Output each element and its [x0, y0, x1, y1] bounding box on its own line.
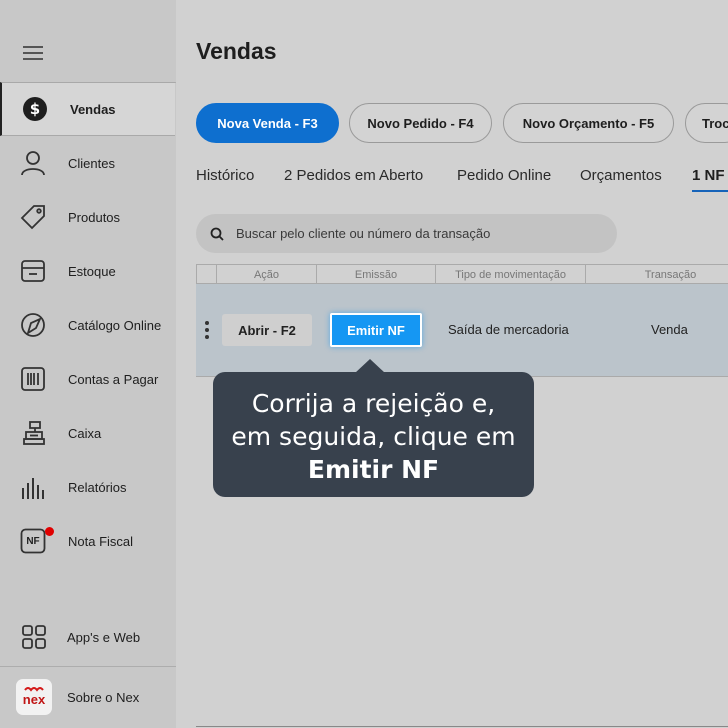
sidebar: $ Vendas Clientes Produtos Estoque Catál… [0, 0, 176, 728]
sidebar-item-label: Vendas [70, 101, 116, 117]
sidebar-item-label: Sobre o Nex [67, 689, 140, 705]
hamburger-icon[interactable] [23, 46, 43, 60]
barcode-icon [20, 366, 46, 392]
sidebar-item-nota-fiscal[interactable]: NF Nota Fiscal [0, 514, 175, 568]
search-placeholder: Buscar pelo cliente ou número da transaç… [236, 226, 491, 241]
sidebar-item-apps-e-web[interactable]: App's e Web [0, 610, 175, 664]
novo-pedido-button[interactable]: Novo Pedido - F4 [349, 103, 492, 143]
sidebar-item-caixa[interactable]: Caixa [0, 406, 175, 460]
sidebar-item-contas-a-pagar[interactable]: Contas a Pagar [0, 352, 175, 406]
nex-logo-text: nex [22, 692, 46, 707]
table-row[interactable]: Abrir - F2 Emitir NF Saída de mercadoria… [196, 284, 728, 377]
nova-venda-button[interactable]: Nova Venda - F3 [196, 103, 339, 143]
sidebar-item-vendas[interactable]: $ Vendas [0, 82, 175, 136]
box-icon [20, 258, 46, 284]
sidebar-item-label: Nota Fiscal [68, 533, 134, 549]
nf-icon: NF [20, 528, 46, 554]
bottom-divider [196, 726, 728, 727]
tooltip-line-1: Corrija a rejeição e, [251, 389, 496, 418]
sidebar-item-catalogo-online[interactable]: Catálogo Online [0, 298, 175, 352]
abrir-button[interactable]: Abrir - F2 [222, 314, 312, 346]
header-tipo-movimentacao: Tipo de movimentação [435, 265, 585, 284]
sidebar-item-label: Relatórios [68, 479, 127, 495]
table-header: Ação Emissão Tipo de movimentação Transa… [196, 264, 728, 284]
sidebar-item-label: Clientes [68, 155, 115, 171]
tab-pedido-online[interactable]: Pedido Online [457, 167, 551, 184]
troca-button[interactable]: Troc [685, 103, 728, 143]
tooltip-arrow [355, 359, 385, 373]
movement-type-cell: Saída de mercadoria [448, 322, 569, 337]
sidebar-item-label: App's e Web [67, 629, 141, 645]
sidebar-item-label: Caixa [68, 425, 102, 441]
catalog-icon [20, 312, 46, 338]
sidebar-divider [0, 666, 176, 667]
sidebar-item-produtos[interactable]: Produtos [0, 190, 175, 244]
header-acao: Ação [216, 265, 316, 284]
search-input[interactable]: Buscar pelo cliente ou número da transaç… [196, 214, 617, 253]
tooltip-line-3: Emitir NF [307, 455, 440, 484]
tab-historico[interactable]: Histórico [196, 167, 254, 184]
nex-logo-icon: nex [16, 679, 52, 715]
novo-orcamento-button[interactable]: Novo Orçamento - F5 [503, 103, 674, 143]
page-title: Vendas [196, 38, 277, 64]
bar-chart-icon [20, 474, 46, 500]
sidebar-item-label: Contas a Pagar [68, 371, 159, 387]
transactions-table: Ação Emissão Tipo de movimentação Transa… [196, 264, 728, 377]
tab-pedidos-em-aberto[interactable]: 2 Pedidos em Aberto [284, 167, 423, 184]
dollar-circle-icon: $ [22, 96, 48, 122]
tab-orcamentos[interactable]: Orçamentos [580, 167, 662, 184]
more-options-icon[interactable] [205, 321, 209, 339]
active-tab-indicator [692, 190, 728, 192]
cash-register-icon [20, 420, 46, 446]
tag-icon [20, 204, 46, 230]
search-icon [210, 227, 224, 241]
transaction-cell: Venda [651, 322, 688, 337]
tab-nf[interactable]: 1 NF [692, 167, 725, 184]
notification-badge [45, 527, 54, 536]
emitir-nf-button[interactable]: Emitir NF [330, 313, 422, 347]
sidebar-item-estoque[interactable]: Estoque [0, 244, 175, 298]
sidebar-item-sobre-o-nex[interactable]: nex Sobre o Nex [0, 670, 175, 724]
tooltip-line-2: em seguida, clique em [231, 422, 516, 451]
header-emissao: Emissão [316, 265, 435, 284]
header-transacao: Transação [585, 265, 728, 284]
sidebar-item-label: Catálogo Online [68, 317, 162, 333]
sidebar-item-clientes[interactable]: Clientes [0, 136, 175, 190]
grid-apps-icon [21, 624, 47, 650]
nf-icon-text: NF [26, 535, 40, 547]
tooltip: Corrija a rejeição e, em seguida, clique… [213, 372, 534, 497]
sidebar-item-label: Estoque [68, 263, 116, 279]
sidebar-item-label: Produtos [68, 209, 121, 225]
user-icon [20, 150, 46, 176]
svg-text:$: $ [30, 100, 40, 118]
sidebar-item-relatorios[interactable]: Relatórios [0, 460, 175, 514]
